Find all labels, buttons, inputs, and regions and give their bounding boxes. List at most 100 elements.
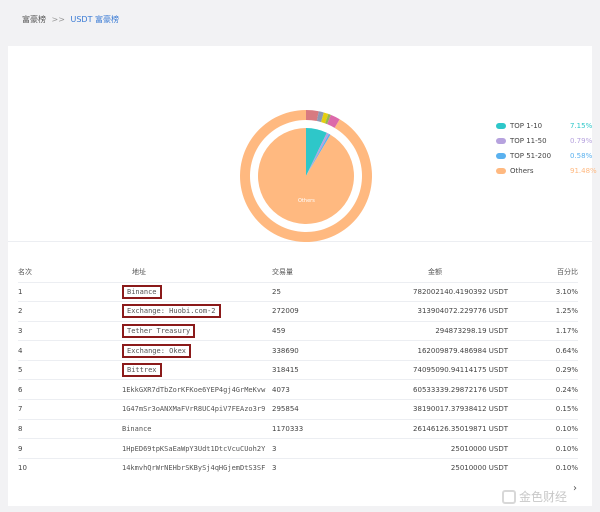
tx-cell-text: 25 — [272, 287, 281, 296]
percent-cell: 3.10% — [508, 281, 578, 302]
legend-item[interactable]: Others 91.48% — [496, 163, 597, 178]
percent-cell-text: 0.24% — [555, 385, 578, 394]
address-cell[interactable]: 14kmvhQrWrNEHbrSKBySj4qHGjemDtS3SF — [70, 457, 272, 478]
tx-cell: 4073 — [272, 379, 362, 400]
address-cell-text[interactable]: 14kmvhQrWrNEHbrSKBySj4qHGjemDtS3SF — [122, 464, 265, 472]
rank-cell: 1 — [18, 281, 70, 302]
percent-cell: 0.29% — [508, 359, 578, 380]
tx-cell: 25 — [272, 281, 362, 302]
address-cell-text[interactable]: Binance — [122, 425, 152, 433]
table-header-row: 名次 地址 交易量 金额 百分比 — [18, 262, 578, 282]
rank-cell-text: 1 — [18, 287, 23, 296]
header-tx: 交易量 — [272, 267, 293, 276]
address-cell[interactable]: Binance — [70, 418, 272, 439]
tx-cell: 295854 — [272, 399, 362, 420]
percent-cell: 0.24% — [508, 379, 578, 400]
address-cell[interactable]: 1EkkGXR7dTbZorKFKoe6YEP4gj4GrMeKvw — [70, 379, 272, 400]
rank-cell-text: 10 — [18, 464, 27, 473]
address-cell[interactable]: Bittrex — [70, 359, 272, 380]
header-percent: 百分比 — [557, 267, 578, 276]
pie-slice-3[interactable] — [258, 128, 354, 225]
tx-cell-text: 1170333 — [272, 424, 304, 433]
ring-slice-1[interactable] — [306, 110, 319, 122]
percent-cell-text: 0.10% — [555, 464, 578, 473]
legend-item[interactable]: TOP 11-50 0.79% — [496, 133, 592, 148]
table-row: 2 Exchange: Huobi.com-2 272009 313904072.22… — [18, 301, 578, 322]
rank-cell: 10 — [18, 457, 70, 478]
percent-cell-text: 0.15% — [555, 405, 578, 414]
address-cell[interactable]: Binance — [70, 281, 272, 302]
address-cell-text[interactable]: 1HpED69tpKSaEaWpY3Udt1DtcVcuCUoh2Y — [122, 445, 265, 453]
rank-cell: 9 — [18, 438, 70, 459]
amount-cell-text: 294873298.19 USDT — [435, 326, 508, 335]
amount-cell: 74095090.94114175 USDT — [362, 359, 508, 380]
table-row: 4 Exchange: Okex 338690 162009879.486984 US… — [18, 340, 578, 361]
legend-swatch — [496, 137, 506, 144]
tx-cell: 272009 — [272, 301, 362, 322]
address-cell[interactable]: Exchange: Okex — [70, 340, 272, 361]
amount-cell-text: 25010000 USDT — [450, 464, 508, 473]
tx-cell-text: 318415 — [272, 366, 299, 375]
amount-cell: 782002140.4190392 USDT — [362, 281, 508, 302]
pie-chart: Others — [239, 110, 372, 242]
legend-label: Others — [510, 166, 534, 175]
breadcrumb-root[interactable]: 富豪榜 — [22, 15, 46, 24]
amount-cell: 313904072.229776 USDT — [362, 301, 509, 322]
watermark-text: 金色财经 — [519, 490, 568, 504]
amount-cell-text: 60533339.29872176 USDT — [413, 385, 508, 394]
rank-cell: 5 — [18, 359, 70, 380]
table-row: 10 14kmvhQrWrNEHbrSKBySj4qHGjemDtS3SF 3 250… — [18, 457, 578, 478]
table-row: 5 Bittrex 318415 74095090.94114175 USDT 0.29… — [18, 359, 578, 380]
address-cell-text[interactable]: Bittrex — [122, 363, 162, 378]
address-cell-text[interactable]: 1G47mSr3oANXMaFVrR8UC4piV7FEAzo3r9 — [122, 405, 265, 413]
tx-cell-text: 4073 — [272, 385, 290, 394]
table-row: 8 Binance 1170333 26146126.35019871 USDT 0.1… — [18, 418, 578, 439]
tx-cell: 318415 — [272, 359, 362, 380]
header-address: 地址 — [132, 267, 146, 276]
address-cell-text[interactable]: Binance — [122, 284, 162, 299]
address-cell-text[interactable]: Exchange: Okex — [122, 343, 192, 358]
table-row: 3 Tether Treasury 459 294873298.19 USDT 1.17… — [18, 320, 578, 341]
watermark-logo — [502, 489, 516, 504]
legend-swatch — [496, 167, 506, 174]
percent-cell-text: 0.64% — [555, 346, 578, 355]
address-cell[interactable]: 1HpED69tpKSaEaWpY3Udt1DtcVcuCUoh2Y — [70, 438, 272, 459]
rank-cell-text: 5 — [18, 366, 23, 375]
legend-swatch — [496, 122, 506, 129]
tx-cell: 338690 — [272, 340, 362, 361]
address-cell[interactable]: 1G47mSr3oANXMaFVrR8UC4piV7FEAzo3r9 — [70, 399, 272, 420]
rank-cell: 4 — [18, 340, 70, 361]
next-page-button[interactable]: › — [573, 483, 577, 494]
legend-swatch — [496, 152, 506, 159]
address-cell[interactable]: Tether Treasury — [70, 320, 272, 341]
percent-cell: 0.10% — [508, 418, 578, 439]
rank-cell: 2 — [18, 301, 70, 322]
rank-cell-text: 2 — [18, 307, 23, 316]
tx-cell: 1170333 — [272, 418, 362, 439]
tx-cell-text: 272009 — [272, 307, 299, 316]
amount-cell: 38190017.37938412 USDT — [362, 399, 508, 420]
legend-item[interactable]: TOP 1-10 7.15% — [496, 118, 592, 133]
tx-cell-text: 338690 — [272, 346, 299, 355]
legend-item[interactable]: TOP 51-200 0.58% — [496, 148, 592, 163]
table-row: 7 1G47mSr3oANXMaFVrR8UC4piV7FEAzo3r9 29585… — [18, 399, 578, 420]
percent-cell-text: 0.29% — [555, 366, 578, 375]
address-cell[interactable]: Exchange: Huobi.com-2 — [70, 301, 272, 322]
percent-cell: 0.10% — [508, 457, 578, 478]
address-cell-text[interactable]: Tether Treasury — [122, 323, 196, 338]
address-cell-text[interactable]: 1EkkGXR7dTbZorKFKoe6YEP4gj4GrMeKvw — [122, 386, 265, 394]
rank-cell-text: 8 — [18, 424, 23, 433]
tx-cell: 459 — [272, 320, 362, 341]
amount-cell: 25010000 USDT — [362, 457, 508, 478]
pie-inner-label: Others — [298, 198, 315, 204]
address-cell-text[interactable]: Exchange: Huobi.com-2 — [122, 304, 221, 319]
tx-cell-text: 295854 — [272, 405, 299, 414]
rank-cell: 3 — [18, 320, 70, 341]
table-row: 1 Binance 25 782002140.4190392 USDT 3.10% — [18, 281, 578, 302]
tx-cell-text: 459 — [272, 326, 286, 335]
amount-cell-text: 38190017.37938412 USDT — [413, 405, 508, 414]
table-row: 9 1HpED69tpKSaEaWpY3Udt1DtcVcuCUoh2Y 3 2501… — [18, 438, 578, 459]
percent-cell-text: 0.10% — [555, 424, 578, 433]
amount-cell-text: 313904072.229776 USDT — [417, 307, 509, 316]
percent-cell-text: 3.10% — [555, 287, 578, 296]
